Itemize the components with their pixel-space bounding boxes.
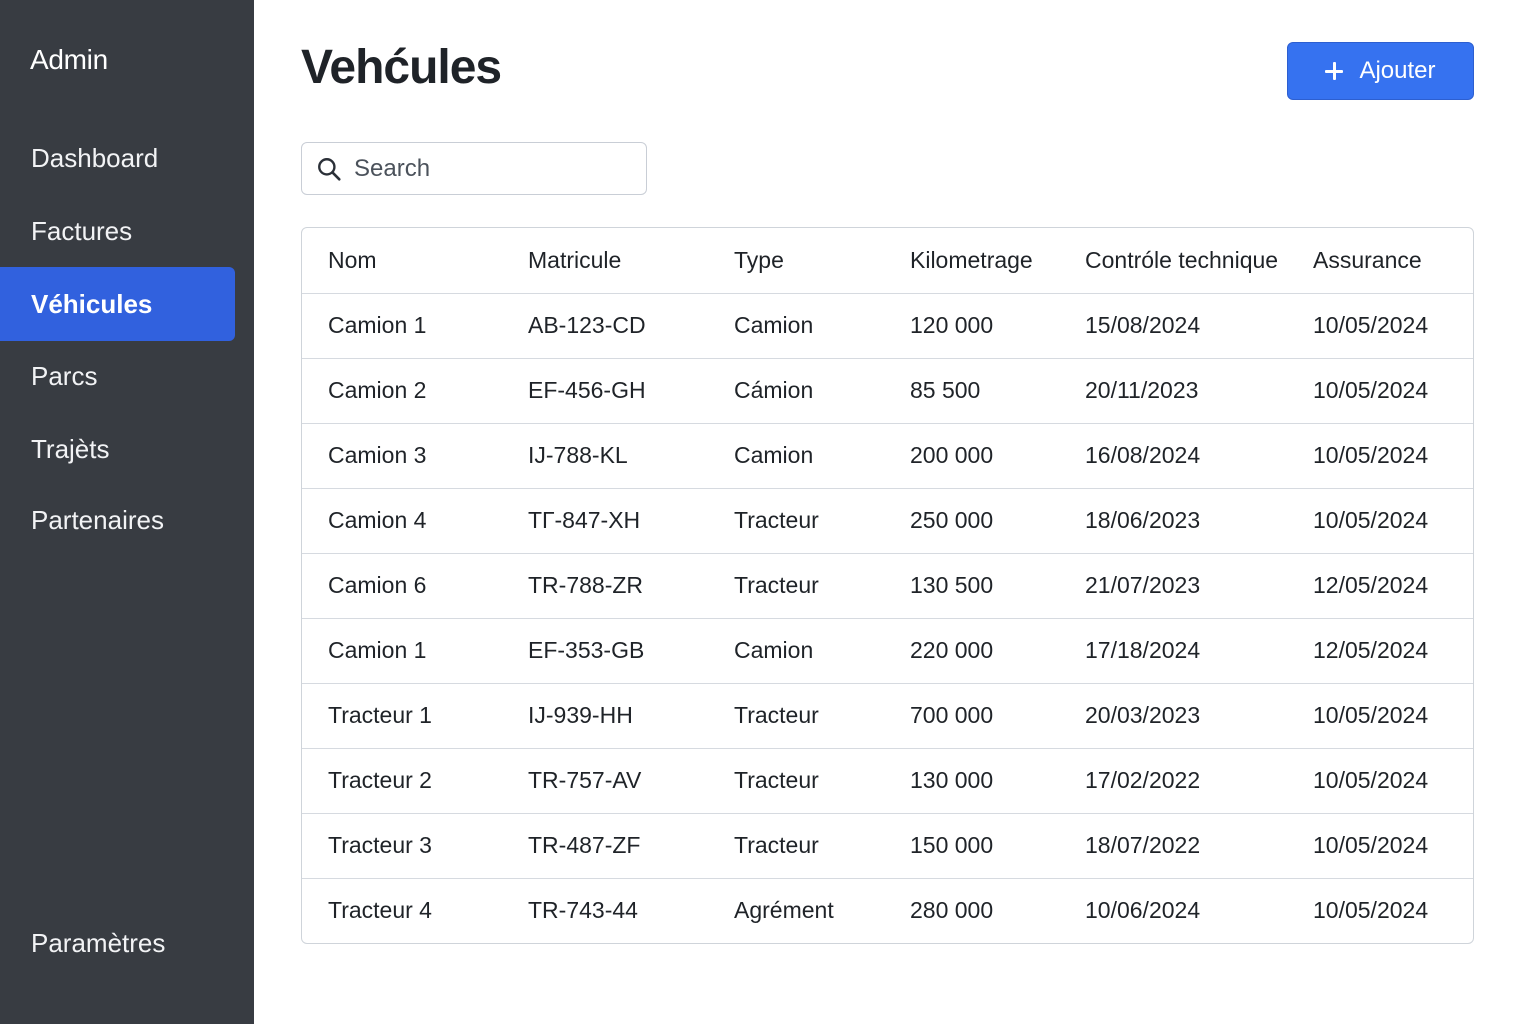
sidebar-item-parametres[interactable]: Paramètres — [0, 906, 235, 980]
cell-kilometrage: 200 000 — [910, 442, 994, 468]
cell-controle-technique: 20/11/2023 — [1085, 377, 1199, 403]
cell-nom: Tracteur 1 — [328, 702, 432, 728]
cell-kilometrage: 280 000 — [910, 897, 994, 924]
sidebar-item-vehicules[interactable]: Véhicules — [0, 267, 235, 341]
table-row[interactable]: Camion 4 TГ-847-XH Tracteur 250 000 18/0… — [302, 488, 1473, 553]
search-input[interactable] — [354, 154, 634, 183]
cell-kilometrage: 120 000 — [910, 312, 994, 338]
search-icon — [318, 157, 341, 181]
table-row[interactable]: Camion 2 EF-456-GH Cámion 85 500 20/11/2… — [302, 358, 1473, 423]
cell-kilometrage: 85 500 — [910, 377, 981, 403]
cell-matricule: EF-353-GB — [528, 637, 645, 663]
cell-controle-technique: 17/02/2022 — [1085, 767, 1201, 793]
cell-nom: Tracteur 3 — [328, 832, 432, 858]
cell-matricule: AB-123-CD — [528, 312, 646, 338]
cell-type: Tracteur — [734, 702, 819, 728]
cell-matricule: TR-788-ZR — [528, 572, 644, 598]
sidebar-item-partenaires[interactable]: Partenaires — [0, 483, 235, 557]
cell-controle-technique: 16/08/2024 — [1085, 442, 1201, 468]
cell-nom: Camion 2 — [328, 377, 427, 403]
brand-title: Admin — [30, 44, 108, 75]
table-row[interactable]: Camion 1 AB-123-CD Camion 120 000 15/08/… — [302, 293, 1473, 358]
cell-nom: Camion 1 — [328, 312, 427, 338]
cell-assurance: 10/05/2024 — [1313, 312, 1429, 338]
column-header-assurance[interactable]: Assurance — [1287, 228, 1473, 293]
table-row[interactable]: Camion 6 TR-788-ZR Tracteur 130 500 21/0… — [302, 553, 1473, 618]
cell-controle-technique: 20/03/2023 — [1085, 702, 1201, 728]
cell-nom: Camion 4 — [328, 507, 427, 533]
column-header-matricule[interactable]: Matricule — [502, 228, 708, 293]
app-window: Admin Dashboard Factures Véhicules Parcs… — [0, 0, 1536, 1024]
cell-assurance: 12/05/2024 — [1313, 637, 1429, 663]
cell-nom: Camion 6 — [328, 572, 427, 598]
cell-nom: Camion 1 — [328, 637, 427, 663]
cell-type: Tracteur — [734, 767, 819, 793]
sidebar: Admin Dashboard Factures Véhicules Parcs… — [0, 0, 254, 1024]
vehicles-table: Nom Matricule Type Kilometrage Contróle … — [301, 227, 1474, 944]
cell-type: Cámion — [734, 377, 814, 403]
cell-kilometrage: 250 000 — [910, 507, 994, 533]
table-row[interactable]: Camion 1 EF-353-GB Camion 220 000 17/18/… — [302, 618, 1473, 683]
cell-type: Agrément — [734, 897, 834, 924]
cell-kilometrage: 700 000 — [910, 702, 994, 728]
table-row[interactable]: Tracteur 1 IJ-939-HH Tracteur 700 000 20… — [302, 683, 1473, 748]
cell-controle-technique: 18/07/2022 — [1085, 832, 1201, 858]
cell-controle-technique: 17/18/2024 — [1085, 637, 1201, 663]
cell-matricule: TR-757-AV — [528, 767, 642, 793]
cell-assurance: 12/05/2024 — [1313, 572, 1429, 598]
cell-assurance: 10/05/2024 — [1313, 832, 1429, 858]
cell-kilometrage: 220 000 — [910, 637, 994, 663]
column-header-kilometrage[interactable]: Kilometrage — [884, 228, 1059, 293]
column-header-controle-technique[interactable]: Contróle technique — [1059, 228, 1287, 293]
table-header-row: Nom Matricule Type Kilometrage Contróle … — [302, 228, 1473, 293]
cell-matricule: TR-487-ZF — [528, 832, 641, 858]
search-box[interactable] — [301, 142, 647, 195]
column-header-type[interactable]: Type — [708, 228, 884, 293]
cell-assurance: 10/05/2024 — [1313, 767, 1429, 793]
sidebar-item-factures[interactable]: Factures — [0, 194, 235, 268]
cell-nom: Tracteur 4 — [328, 897, 432, 924]
cell-nom: Camion 3 — [328, 442, 427, 468]
cell-matricule: TR-743-44 — [528, 897, 638, 924]
cell-matricule: IJ-788-KL — [528, 442, 628, 468]
cell-type: Tracteur — [734, 572, 819, 598]
cell-type: Camion — [734, 637, 814, 663]
add-vehicle-button[interactable]: Ajouter — [1287, 42, 1474, 100]
cell-controle-technique: 15/08/2024 — [1085, 312, 1201, 338]
cell-type: Tracteur — [734, 832, 819, 858]
column-header-nom[interactable]: Nom — [302, 228, 502, 293]
sidebar-item-dashboard[interactable]: Dashboard — [0, 121, 235, 195]
page-title: Vehćules — [301, 41, 502, 94]
cell-nom: Tracteur 2 — [328, 767, 432, 793]
table-row[interactable]: Camion 3 IJ-788-KL Camion 200 000 16/08/… — [302, 423, 1473, 488]
add-button-label: Ajouter — [1359, 57, 1436, 84]
cell-type: Camion — [734, 442, 814, 468]
cell-matricule: IJ-939-HH — [528, 702, 633, 728]
sidebar-item-trajets[interactable]: Trajèts — [0, 412, 235, 486]
table-row[interactable]: Tracteur 4 TR-743-44 Agrément 280 000 10… — [302, 878, 1473, 943]
cell-assurance: 10/05/2024 — [1313, 702, 1429, 728]
cell-assurance: 10/05/2024 — [1313, 507, 1429, 533]
table-row[interactable]: Tracteur 2 TR-757-AV Tracteur 130 000 17… — [302, 748, 1473, 813]
cell-kilometrage: 130 000 — [910, 767, 994, 793]
cell-type: Camion — [734, 312, 814, 338]
cell-controle-technique: 18/06/2023 — [1085, 507, 1201, 533]
cell-controle-technique: 21/07/2023 — [1085, 572, 1201, 598]
sidebar-item-parcs[interactable]: Parcs — [0, 339, 235, 413]
plus-icon — [1325, 62, 1344, 80]
cell-controle-technique: 10/06/2024 — [1085, 897, 1201, 924]
cell-assurance: 10/05/2024 — [1313, 442, 1429, 468]
cell-kilometrage: 150 000 — [910, 832, 994, 858]
cell-kilometrage: 130 500 — [910, 572, 994, 598]
vehicles-table-grid: Nom Matricule Type Kilometrage Contróle … — [302, 228, 1473, 943]
cell-matricule: TГ-847-XH — [528, 507, 641, 533]
table-row[interactable]: Tracteur 3 TR-487-ZF Tracteur 150 000 18… — [302, 813, 1473, 878]
cell-type: Tracteur — [734, 507, 819, 533]
cell-matricule: EF-456-GH — [528, 377, 646, 403]
cell-assurance: 10/05/2024 — [1313, 377, 1429, 403]
cell-assurance: 10/05/2024 — [1313, 897, 1429, 924]
table-body: Camion 1 AB-123-CD Camion 120 000 15/08/… — [302, 293, 1473, 943]
